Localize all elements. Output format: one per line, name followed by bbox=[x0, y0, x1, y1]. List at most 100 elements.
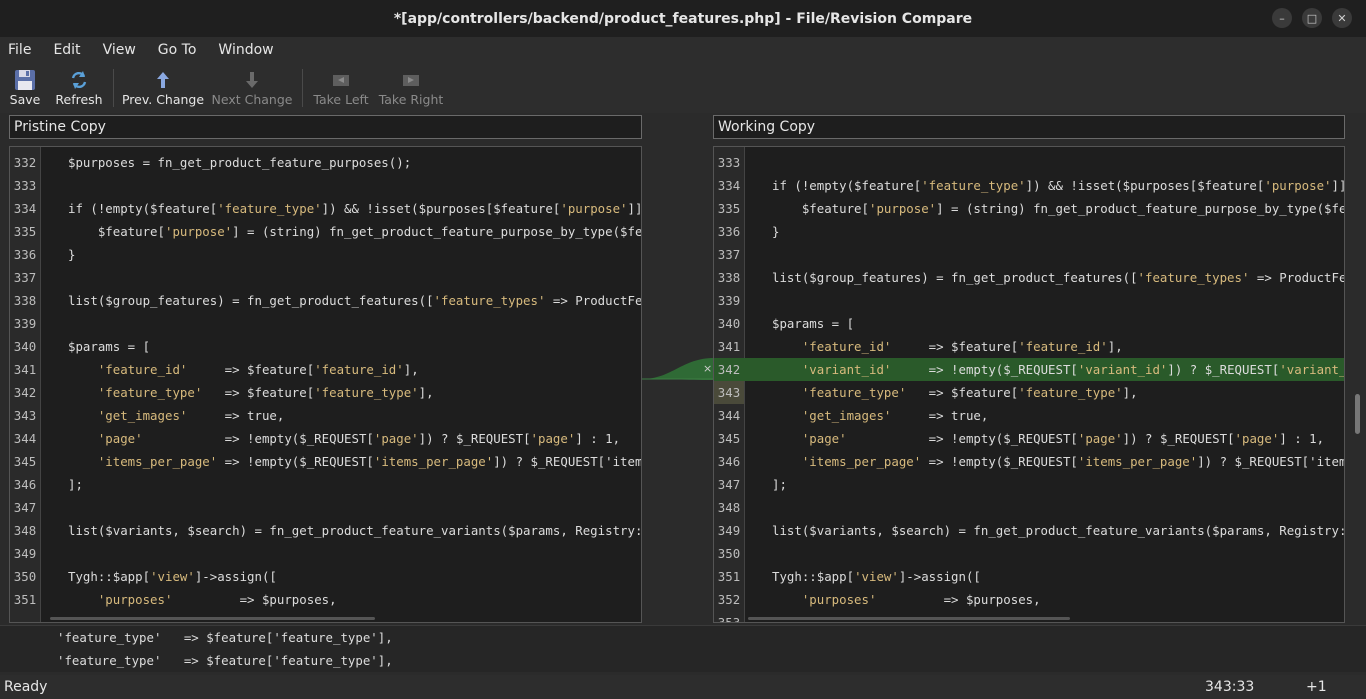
code-line[interactable]: 350 Tygh::$app['view']->assign([ bbox=[10, 565, 641, 588]
menu-window[interactable]: Window bbox=[218, 42, 273, 58]
line-code: 'get_images' => true, bbox=[801, 408, 989, 423]
take-left-button[interactable]: Take Left bbox=[311, 63, 371, 113]
code-line[interactable]: 338 list($group_features) = fn_get_produc… bbox=[714, 266, 1344, 289]
menu-file[interactable]: File bbox=[8, 42, 31, 58]
maximize-icon: □ bbox=[1306, 11, 1318, 25]
refresh-button[interactable]: Refresh bbox=[54, 63, 104, 113]
line-number: 336 bbox=[717, 224, 741, 239]
line-number: 346 bbox=[717, 454, 741, 469]
code-line[interactable]: 351 Tygh::$app['view']->assign([ bbox=[714, 565, 1344, 588]
code-line[interactable]: 344 'get_images' => true, bbox=[714, 404, 1344, 427]
code-line[interactable]: 336} bbox=[10, 243, 641, 266]
code-line[interactable]: 352 'purposes' => $purposes, bbox=[714, 588, 1344, 611]
discard-change-icon[interactable]: × bbox=[703, 362, 712, 375]
menu-edit[interactable]: Edit bbox=[53, 42, 80, 58]
vertical-scrollbar[interactable] bbox=[1352, 146, 1362, 623]
code-line[interactable]: 345 'items_per_page' => !empty($_REQUEST… bbox=[10, 450, 641, 473]
code-line[interactable]: 350 bbox=[714, 542, 1344, 565]
code-line[interactable]: 345 'page' => !empty($_REQUEST['page']) … bbox=[714, 427, 1344, 450]
vertical-scrollbar-thumb[interactable] bbox=[1355, 394, 1360, 434]
line-number: 338 bbox=[13, 293, 37, 308]
line-number: 336 bbox=[13, 247, 37, 262]
line-number: 340 bbox=[717, 316, 741, 331]
take-left-label: Take Left bbox=[313, 92, 369, 107]
code-line[interactable]: 346 'items_per_page' => !empty($_REQUEST… bbox=[714, 450, 1344, 473]
code-line[interactable]: 335 $feature['purpose'] = (string) fn_ge… bbox=[714, 197, 1344, 220]
code-line[interactable]: 334 if (!empty($feature['feature_type']) … bbox=[10, 197, 641, 220]
line-code: 'feature_type' => $feature['feature_type… bbox=[801, 385, 1138, 400]
line-number: 344 bbox=[717, 408, 741, 423]
line-code: 'feature_id' => $feature['feature_id'], bbox=[801, 339, 1123, 354]
title-bar: *[app/controllers/backend/product_featur… bbox=[0, 0, 1366, 37]
line-code: $params = [ bbox=[772, 316, 855, 331]
code-line[interactable]: 346]; bbox=[10, 473, 641, 496]
window-controls: – □ ✕ bbox=[1272, 8, 1352, 28]
menu-view[interactable]: View bbox=[103, 42, 136, 58]
code-line[interactable]: 335 $feature['purpose'] = (string) fn_ge… bbox=[10, 220, 641, 243]
code-line[interactable]: 348 list($variants, $search) = fn_get_pro… bbox=[10, 519, 641, 542]
toolbar-separator bbox=[302, 69, 303, 107]
code-line[interactable]: 348 bbox=[714, 496, 1344, 519]
line-code: $feature['purpose'] = (string) fn_get_pr… bbox=[772, 201, 1344, 216]
line-code: 'feature_id' => $feature['feature_id'], bbox=[97, 362, 419, 377]
code-line[interactable]: 333 bbox=[714, 151, 1344, 174]
right-horizontal-scrollbar[interactable] bbox=[748, 617, 1070, 620]
close-icon: ✕ bbox=[1337, 11, 1347, 25]
code-line[interactable]: 333 bbox=[10, 174, 641, 197]
menu-goto[interactable]: Go To bbox=[158, 42, 197, 58]
code-line[interactable]: 339 bbox=[714, 289, 1344, 312]
line-number: 335 bbox=[717, 201, 741, 216]
save-icon bbox=[14, 68, 36, 92]
close-button[interactable]: ✕ bbox=[1332, 8, 1352, 28]
line-number: 335 bbox=[13, 224, 37, 239]
code-line[interactable]: 351 'purposes' => $purposes, bbox=[10, 588, 641, 611]
line-code: } bbox=[68, 247, 76, 262]
status-text: Ready bbox=[4, 679, 48, 695]
compare-line-working: 'feature_type' => $feature['feature_type… bbox=[57, 653, 393, 668]
right-editor[interactable]: 333 334 if (!empty($feature['feature_type'… bbox=[713, 146, 1345, 623]
arrow-down-icon bbox=[242, 68, 262, 92]
minimize-icon: – bbox=[1279, 11, 1285, 25]
line-code: $purposes = fn_get_product_feature_purpo… bbox=[68, 155, 412, 170]
code-line[interactable]: 343 'get_images' => true, bbox=[10, 404, 641, 427]
code-line[interactable]: 338 list($group_features) = fn_get_produc… bbox=[10, 289, 641, 312]
line-number: 342 bbox=[13, 385, 37, 400]
code-line[interactable]: 339 bbox=[10, 312, 641, 335]
code-line[interactable]: 332 $purposes = fn_get_product_feature_pu… bbox=[10, 151, 641, 174]
code-line[interactable]: 342 'variant_id' => !empty($_REQUEST['va… bbox=[714, 358, 1344, 381]
next-change-button[interactable]: Next Change bbox=[212, 63, 292, 113]
maximize-button[interactable]: □ bbox=[1302, 8, 1322, 28]
code-line[interactable]: 347 bbox=[10, 496, 641, 519]
line-number: 351 bbox=[13, 592, 37, 607]
prev-change-button[interactable]: Prev. Change bbox=[122, 63, 204, 113]
code-line[interactable]: 349 bbox=[10, 542, 641, 565]
code-line[interactable]: 336} bbox=[714, 220, 1344, 243]
line-number: 334 bbox=[13, 201, 37, 216]
save-button[interactable]: Save bbox=[8, 63, 42, 113]
line-code: list($variants, $search) = fn_get_produc… bbox=[772, 523, 1344, 538]
code-line[interactable]: 337 bbox=[714, 243, 1344, 266]
code-line[interactable]: 337 bbox=[10, 266, 641, 289]
right-pane-title: Working Copy bbox=[713, 115, 1345, 139]
code-line[interactable]: 347]; bbox=[714, 473, 1344, 496]
left-editor[interactable]: 332 $purposes = fn_get_product_feature_pu… bbox=[9, 146, 642, 623]
line-number: 353 bbox=[717, 615, 741, 623]
line-code: 'variant_id' => !empty($_REQUEST['varian… bbox=[801, 362, 1344, 377]
line-number: 343 bbox=[13, 408, 37, 423]
left-horizontal-scrollbar[interactable] bbox=[50, 617, 375, 620]
code-line[interactable]: 334 if (!empty($feature['feature_type']) … bbox=[714, 174, 1344, 197]
take-right-label: Take Right bbox=[378, 92, 444, 107]
take-right-button[interactable]: Take Right bbox=[377, 63, 445, 113]
line-number: 334 bbox=[717, 178, 741, 193]
code-line[interactable]: 344 'page' => !empty($_REQUEST['page']) … bbox=[10, 427, 641, 450]
code-line[interactable]: 342 'feature_type' => $feature['feature_… bbox=[10, 381, 641, 404]
code-line[interactable]: 340 $params = [ bbox=[714, 312, 1344, 335]
line-number: 341 bbox=[13, 362, 37, 377]
code-line[interactable]: 340 $params = [ bbox=[10, 335, 641, 358]
minimize-button[interactable]: – bbox=[1272, 8, 1292, 28]
code-line[interactable]: 343 'feature_type' => $feature['feature_… bbox=[714, 381, 1344, 404]
line-number: 341 bbox=[717, 339, 741, 354]
code-line[interactable]: 349 list($variants, $search) = fn_get_pro… bbox=[714, 519, 1344, 542]
code-line[interactable]: 341 'feature_id' => $feature['feature_id… bbox=[10, 358, 641, 381]
code-line[interactable]: 341 'feature_id' => $feature['feature_id… bbox=[714, 335, 1344, 358]
